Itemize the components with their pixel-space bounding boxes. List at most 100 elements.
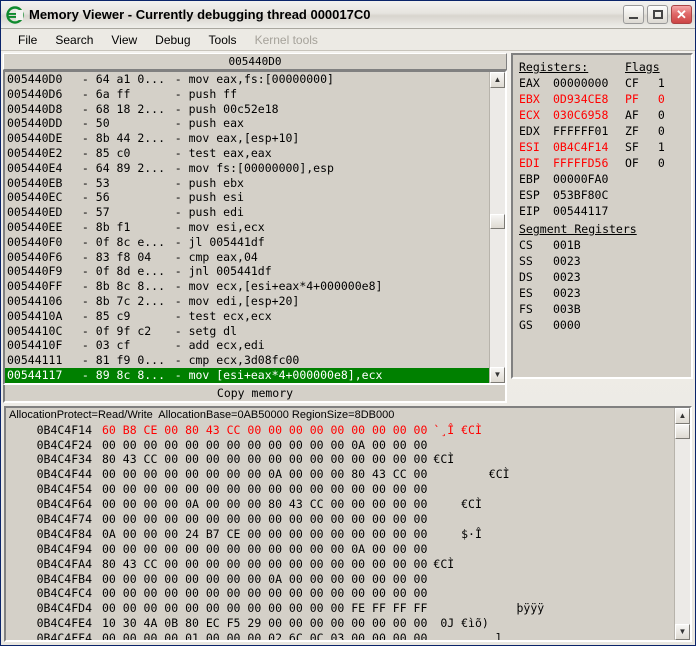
flag-name: ZF: [625, 124, 639, 138]
disassembler-row-address: 005440F0: [7, 234, 63, 249]
memory-row-hex[interactable]: 00 00 00 00 0A 00 00 00 80 43 CC 00 00 0…: [102, 497, 427, 512]
memory-row[interactable]: 0B4C4FD4 00 00 00 00 00 00 00 00 00 00 00…: [6, 601, 674, 616]
flag-value[interactable]: 1: [651, 75, 671, 91]
memory-row[interactable]: 0B4C4F94 00 00 00 00 00 00 00 00 00 00 00…: [6, 542, 674, 557]
memory-row-hex[interactable]: 80 43 CC 00 00 00 00 00 00 00 00 00 00 0…: [102, 557, 427, 572]
segment-register-value[interactable]: 0023: [553, 285, 625, 301]
scroll-down-icon[interactable]: ▼: [490, 366, 505, 383]
disassembler-row[interactable]: 005440D6 - 6a ff - push ff: [5, 87, 489, 102]
disassembler-row[interactable]: 005440DE - 8b 44 2... - mov eax,[esp+10]: [5, 131, 489, 146]
disassembler-scroll-thumb[interactable]: [490, 214, 505, 229]
memory-row-hex[interactable]: 00 00 00 00 00 00 00 00 00 00 00 00 00 0…: [102, 482, 427, 497]
disassembler-row[interactable]: 005440EC - 56 - push esi: [5, 190, 489, 205]
memory-scroll-thumb[interactable]: [675, 423, 690, 439]
memory-row-hex[interactable]: 00 00 00 00 00 00 00 00 00 00 00 00 00 0…: [102, 512, 427, 527]
register-value[interactable]: FFFFFD56: [553, 155, 625, 171]
memory-row[interactable]: 0B4C4F74 00 00 00 00 00 00 00 00 00 00 00…: [6, 512, 674, 527]
copy-memory-button[interactable]: Copy memory: [3, 384, 507, 403]
memory-row-hex[interactable]: 00 00 00 00 00 00 00 00 00 00 00 00 FE F…: [102, 601, 427, 616]
segment-register-value[interactable]: 0023: [553, 253, 625, 269]
memory-row[interactable]: 0B4C4F64 00 00 00 00 0A 00 00 00 80 43 CC…: [6, 497, 674, 512]
disassembler-row[interactable]: 005440FF - 8b 8c 8... - mov ecx,[esi+eax…: [5, 279, 489, 294]
memory-row-hex[interactable]: 60 B8 CE 00 80 43 CC 00 00 00 00 00 00 0…: [102, 423, 427, 438]
disassembler-row[interactable]: 00544106 - 8b 7c 2... - mov edi,[esp+20]: [5, 294, 489, 309]
memory-row[interactable]: 0B4C4FB4 00 00 00 00 00 00 00 00 0A 00 00…: [6, 572, 674, 587]
disassembler-row-instruction: mov ecx,[esi+eax*4+000000e8]: [188, 279, 383, 294]
memory-row[interactable]: 0B4C4F24 00 00 00 00 00 00 00 00 00 00 00…: [6, 438, 674, 453]
flag-value[interactable]: 1: [651, 139, 671, 155]
flag-value[interactable]: 0: [651, 155, 671, 171]
close-button[interactable]: ✕: [671, 5, 692, 24]
register-value[interactable]: 053BF80C: [553, 187, 625, 203]
disassembler-row[interactable]: 005440ED - 57 - push edi: [5, 205, 489, 220]
memory-dump-list[interactable]: AllocationProtect=Read/Write AllocationB…: [6, 408, 674, 640]
disassembler-row[interactable]: 005440F0 - 0f 8c e... - jl 005441df: [5, 235, 489, 250]
memory-row-hex[interactable]: 00 00 00 00 00 00 00 00 0A 00 00 00 00 0…: [102, 572, 427, 587]
segment-register-value[interactable]: 0023: [553, 269, 625, 285]
flag-value[interactable]: 0: [651, 123, 671, 139]
disassembler-row[interactable]: 00544117 - 89 8c 8... - mov [esi+eax*4+0…: [5, 367, 489, 383]
disassembler-row-bytes: 89 8c 8...: [95, 367, 166, 382]
flag-name: CF: [625, 76, 639, 90]
disassembler-row[interactable]: 005440D8 - 68 18 2... - push 00c52e18: [5, 102, 489, 117]
flag-value[interactable]: 0: [651, 91, 671, 107]
memory-row-hex[interactable]: 00 00 00 00 00 00 00 00 00 00 00 00 0A 0…: [102, 438, 427, 453]
disassembler-row[interactable]: 005440D0 - 64 a1 0... - mov eax,fs:[0000…: [5, 72, 489, 87]
segment-register-value[interactable]: 0000: [553, 317, 625, 333]
segment-register-value[interactable]: 003B: [553, 301, 625, 317]
register-value[interactable]: 0D934CE8: [553, 91, 625, 107]
disassembler-row[interactable]: 005440E4 - 64 89 2... - mov fs:[00000000…: [5, 161, 489, 176]
disassembler-separator: -: [167, 293, 189, 308]
menu-item-search[interactable]: Search: [46, 31, 102, 49]
scroll-up-icon[interactable]: ▲: [490, 72, 505, 88]
memory-row[interactable]: 0B4C4FE4 10 30 4A 0B 80 EC F5 29 00 00 00…: [6, 616, 674, 631]
memory-row-hex[interactable]: 00 00 00 00 00 00 00 00 00 00 00 00 00 0…: [102, 586, 427, 601]
disassembler-list[interactable]: 005440D0 - 64 a1 0... - mov eax,fs:[0000…: [5, 72, 489, 383]
disassembler-scroll-track[interactable]: [490, 88, 505, 367]
register-value[interactable]: 00544117: [553, 203, 625, 219]
disassembler-row[interactable]: 0054410A - 85 c9 - test ecx,ecx: [5, 309, 489, 324]
memory-scroll-down-icon[interactable]: ▼: [675, 624, 690, 640]
disassembler-row[interactable]: 005440E2 - 85 c0 - test eax,eax: [5, 146, 489, 161]
memory-row-hex[interactable]: 80 43 CC 00 00 00 00 00 00 00 00 00 00 0…: [102, 452, 427, 467]
disassembler-row[interactable]: 005440DD - 50 - push eax: [5, 116, 489, 131]
memory-scroll-track[interactable]: [675, 423, 690, 624]
disassembler-row[interactable]: 0054410C - 0f 9f c2 - setg dl: [5, 324, 489, 339]
memory-row[interactable]: 0B4C4F14 60 B8 CE 00 80 43 CC 00 00 00 00…: [6, 423, 674, 438]
maximize-button[interactable]: [647, 5, 668, 24]
memory-row-hex[interactable]: 0A 00 00 00 24 B7 CE 00 00 00 00 00 00 0…: [102, 527, 427, 542]
memory-rows[interactable]: 0B4C4F14 60 B8 CE 00 80 43 CC 00 00 00 00…: [6, 423, 674, 640]
menu-item-view[interactable]: View: [102, 31, 146, 49]
memory-row[interactable]: 0B4C4FA4 80 43 CC 00 00 00 00 00 00 00 00…: [6, 557, 674, 572]
memory-scroll-up-icon[interactable]: ▲: [675, 407, 690, 424]
disassembler-row[interactable]: 005440F6 - 83 f8 04 - cmp eax,04: [5, 250, 489, 265]
memory-row-hex[interactable]: 00 00 00 00 01 00 00 00 02 6C 0C 03 00 0…: [102, 631, 427, 640]
disassembler-scrollbar[interactable]: ▲ ▼: [489, 72, 505, 383]
memory-dump-scrollbar[interactable]: ▲ ▼: [674, 407, 690, 640]
menu-item-file[interactable]: File: [9, 31, 46, 49]
memory-row-hex[interactable]: 00 00 00 00 00 00 00 00 0A 00 00 00 80 4…: [102, 467, 427, 482]
memory-row[interactable]: 0B4C4FC4 00 00 00 00 00 00 00 00 00 00 00…: [6, 586, 674, 601]
disassembler-row[interactable]: 0054410F - 03 cf - add ecx,edi: [5, 338, 489, 353]
menu-item-debug[interactable]: Debug: [146, 31, 199, 49]
register-value[interactable]: 0B4C4F14: [553, 139, 625, 155]
disassembler-row[interactable]: 005440F9 - 0f 8d e... - jnl 005441df: [5, 264, 489, 279]
memory-row-hex[interactable]: 00 00 00 00 00 00 00 00 00 00 00 00 0A 0…: [102, 542, 427, 557]
register-value[interactable]: 00000000: [553, 75, 625, 91]
minimize-button[interactable]: [623, 5, 644, 24]
memory-row-hex[interactable]: 10 30 4A 0B 80 EC F5 29 00 00 00 00 00 0…: [102, 616, 427, 631]
segment-register-value[interactable]: 001B: [553, 237, 625, 253]
memory-row[interactable]: 0B4C4FF4 00 00 00 00 01 00 00 00 02 6C 0C…: [6, 631, 674, 640]
memory-row[interactable]: 0B4C4F54 00 00 00 00 00 00 00 00 00 00 00…: [6, 482, 674, 497]
register-value[interactable]: FFFFFF01: [553, 123, 625, 139]
menu-item-tools[interactable]: Tools: [200, 31, 246, 49]
disassembler-row[interactable]: 005440EE - 8b f1 - mov esi,ecx: [5, 220, 489, 235]
disassembler-row[interactable]: 00544111 - 81 f9 0... - cmp ecx,3d08fc00: [5, 353, 489, 368]
register-value[interactable]: 030C6958: [553, 107, 625, 123]
disassembler-row[interactable]: 005440EB - 53 - push ebx: [5, 176, 489, 191]
flag-value[interactable]: 0: [651, 107, 671, 123]
memory-row[interactable]: 0B4C4F44 00 00 00 00 00 00 00 00 0A 00 00…: [6, 467, 674, 482]
register-value[interactable]: 00000FA0: [553, 171, 625, 187]
memory-row[interactable]: 0B4C4F84 0A 00 00 00 24 B7 CE 00 00 00 00…: [6, 527, 674, 542]
memory-row[interactable]: 0B4C4F34 80 43 CC 00 00 00 00 00 00 00 00…: [6, 452, 674, 467]
